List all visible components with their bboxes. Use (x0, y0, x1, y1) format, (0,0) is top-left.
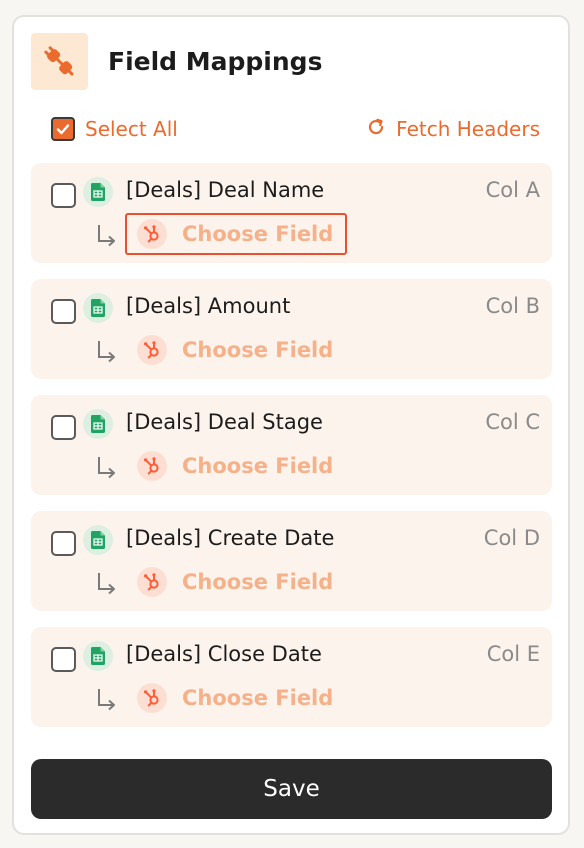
toolbar: Select All Fetch Headers (51, 115, 540, 143)
select-all-label[interactable]: Select All (85, 117, 178, 141)
google-sheets-icon (83, 293, 113, 323)
google-sheets-icon (83, 525, 113, 555)
mapping-row: [Deals] Deal Name Col A Choose Field (31, 163, 552, 263)
mapping-row: [Deals] Deal Stage Col C Choose Field (31, 395, 552, 495)
mapping-list: [Deals] Deal Name Col A Choose Field [De… (31, 163, 552, 743)
row-checkbox[interactable] (51, 647, 76, 672)
arrow-down-right-icon (95, 571, 119, 599)
field-mappings-panel: Field Mappings Select All Fetch Headers (12, 15, 570, 835)
column-label: Col D (483, 526, 540, 550)
google-sheets-icon (83, 641, 113, 671)
page-title: Field Mappings (108, 47, 323, 76)
row-checkbox[interactable] (51, 299, 76, 324)
row-checkbox[interactable] (51, 183, 76, 208)
column-label: Col E (486, 642, 540, 666)
column-label: Col B (485, 294, 540, 318)
hubspot-icon (137, 567, 167, 597)
choose-field-label[interactable]: Choose Field (182, 686, 333, 710)
hubspot-icon (137, 451, 167, 481)
fetch-headers-button[interactable]: Fetch Headers (366, 117, 540, 141)
refresh-icon (366, 117, 386, 141)
column-label: Col C (485, 410, 540, 434)
arrow-down-right-icon (95, 223, 119, 251)
choose-field-label[interactable]: Choose Field (182, 222, 333, 246)
hubspot-icon (137, 219, 167, 249)
mapping-row: [Deals] Create Date Col D Choose Field (31, 511, 552, 611)
column-label: Col A (485, 178, 540, 202)
choose-field-label[interactable]: Choose Field (182, 338, 333, 362)
arrow-down-right-icon (95, 339, 119, 367)
checkbox-checked-icon[interactable] (51, 117, 75, 141)
choose-field-button[interactable]: Choose Field (125, 329, 347, 371)
choose-field-button[interactable]: Choose Field (125, 677, 347, 719)
mapping-row: [Deals] Close Date Col E Choose Field (31, 627, 552, 727)
source-field-name: [Deals] Create Date (126, 526, 335, 550)
plug-icon (31, 33, 88, 90)
choose-field-button[interactable]: Choose Field (125, 445, 347, 487)
choose-field-label[interactable]: Choose Field (182, 454, 333, 478)
google-sheets-icon (83, 409, 113, 439)
panel-header: Field Mappings (31, 33, 322, 90)
hubspot-icon (137, 683, 167, 713)
source-field-name: [Deals] Amount (126, 294, 291, 318)
source-field-name: [Deals] Deal Name (126, 178, 325, 202)
choose-field-button[interactable]: Choose Field (125, 561, 347, 603)
fetch-headers-label[interactable]: Fetch Headers (396, 117, 540, 141)
google-sheets-icon (83, 177, 113, 207)
source-field-name: [Deals] Close Date (126, 642, 322, 666)
mapping-row: [Deals] Amount Col B Choose Field (31, 279, 552, 379)
source-field-name: [Deals] Deal Stage (126, 410, 323, 434)
arrow-down-right-icon (95, 687, 119, 715)
select-all-checkbox[interactable]: Select All (51, 117, 178, 141)
choose-field-label[interactable]: Choose Field (182, 570, 333, 594)
hubspot-icon (137, 335, 167, 365)
choose-field-button[interactable]: Choose Field (125, 213, 348, 255)
row-checkbox[interactable] (51, 531, 76, 556)
arrow-down-right-icon (95, 455, 119, 483)
row-checkbox[interactable] (51, 415, 76, 440)
save-button[interactable]: Save (31, 759, 552, 819)
